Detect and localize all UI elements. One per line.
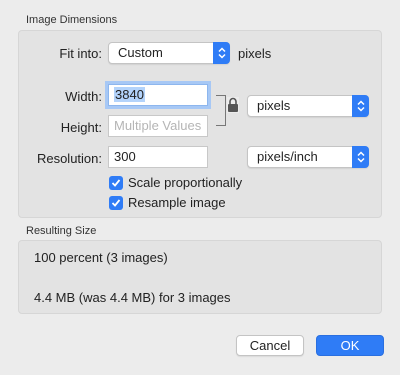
resolution-label: Resolution:	[36, 151, 102, 166]
fit-into-label: Fit into:	[59, 46, 102, 61]
checkmark-icon	[109, 195, 123, 210]
resulting-size-title: Resulting Size	[26, 225, 97, 237]
height-field[interactable]: Multiple Values	[108, 115, 208, 137]
lock-icon[interactable]	[227, 97, 239, 113]
width-value: 3840	[114, 87, 145, 102]
scale-proportionally-checkbox[interactable]: Scale proportionally	[109, 175, 242, 190]
checkmark-icon	[109, 175, 123, 190]
height-label: Height:	[60, 120, 102, 135]
width-label: Width:	[65, 89, 102, 104]
fit-into-unit: pixels	[238, 46, 272, 61]
resulting-size-bytes: 4.4 MB (was 4.4 MB) for 3 images	[34, 290, 231, 305]
width-field[interactable]: 3840	[108, 84, 208, 106]
size-unit-popup[interactable]: pixels	[247, 95, 369, 117]
chevron-updown-icon	[352, 146, 369, 168]
resolution-unit-value: pixels/inch	[257, 149, 318, 164]
chevron-updown-icon	[352, 95, 369, 117]
resulting-size-percent: 100 percent (3 images)	[34, 250, 168, 265]
size-unit-value: pixels	[257, 98, 291, 113]
constraint-bracket	[216, 95, 226, 126]
fit-into-popup[interactable]: Custom	[108, 42, 230, 64]
resolution-value: 300	[114, 149, 136, 164]
cancel-button[interactable]: Cancel	[236, 335, 304, 356]
chevron-updown-icon	[213, 42, 230, 64]
resample-image-label: Resample image	[128, 195, 226, 210]
image-dimensions-title: Image Dimensions	[26, 14, 118, 26]
scale-proportionally-label: Scale proportionally	[128, 175, 243, 190]
resample-image-checkbox[interactable]: Resample image	[109, 195, 226, 210]
resolution-unit-popup[interactable]: pixels/inch	[247, 146, 369, 168]
resolution-field[interactable]: 300	[108, 146, 208, 168]
height-placeholder: Multiple Values	[114, 118, 202, 133]
fit-into-value: Custom	[118, 45, 163, 60]
ok-button[interactable]: OK	[316, 335, 384, 356]
